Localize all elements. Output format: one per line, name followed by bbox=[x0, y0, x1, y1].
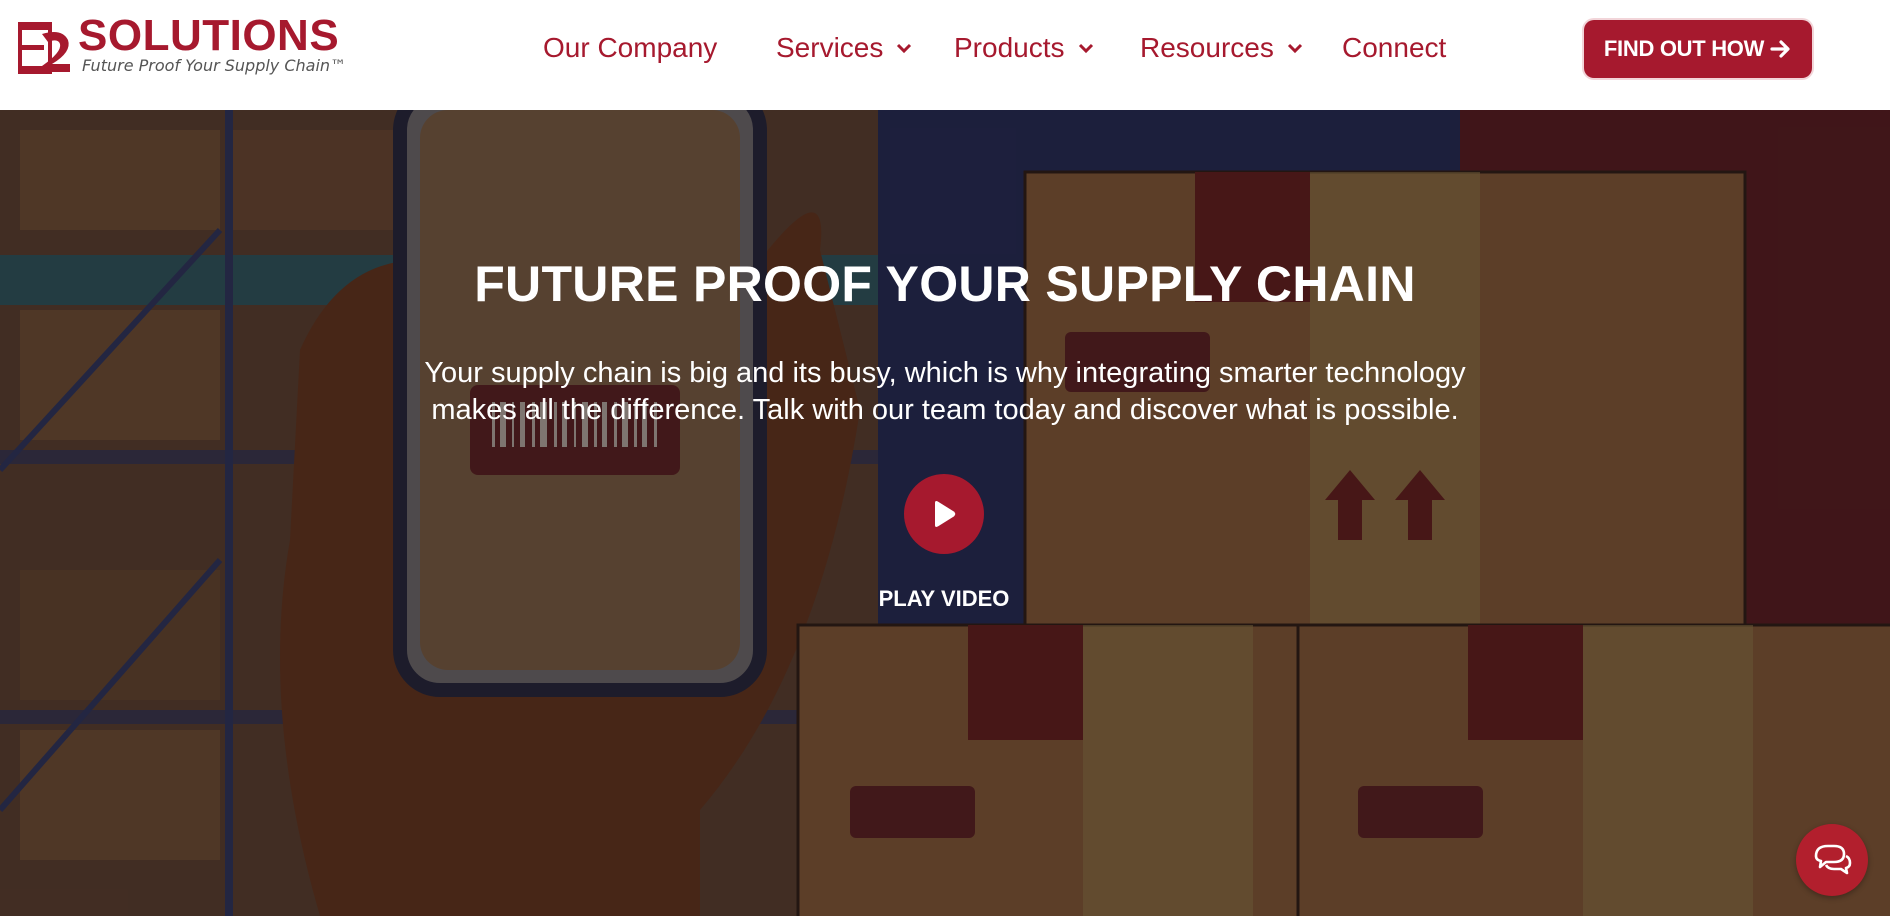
chevron-down-icon bbox=[895, 39, 913, 57]
find-out-how-button[interactable]: FIND OUT HOW bbox=[1584, 20, 1812, 78]
brand-tagline: Future Proof Your Supply Chain™ bbox=[82, 56, 347, 75]
logo[interactable]: SOLUTIONS Future Proof Your Supply Chain… bbox=[18, 14, 346, 78]
nav-item-label: Our Company bbox=[543, 32, 718, 63]
nav-item-resources[interactable]: Resources bbox=[1140, 26, 1304, 70]
nav-item-our-company[interactable]: Our Company bbox=[543, 26, 717, 70]
nav-item-connect[interactable]: Connect bbox=[1342, 26, 1446, 70]
nav-item-label: Products bbox=[954, 32, 1065, 63]
hero-description-line: makes all the difference. Talk with our … bbox=[431, 394, 1459, 426]
nav-item-services[interactable]: Services bbox=[776, 26, 913, 70]
play-icon bbox=[935, 501, 956, 527]
nav-item-label: Services bbox=[776, 32, 884, 63]
hero-title: FUTURE PROOF YOUR SUPPLY CHAIN bbox=[474, 256, 1416, 312]
nav-item-products[interactable]: Products bbox=[954, 26, 1095, 70]
nav-item-label: Resources bbox=[1140, 32, 1274, 63]
play-video-label[interactable]: PLAY VIDEO bbox=[0, 586, 1888, 612]
play-video-button[interactable] bbox=[904, 474, 984, 554]
hero-description-line: Your supply chain is big and its busy, w… bbox=[424, 357, 1466, 389]
hero-description: Your supply chain is big and its busy, w… bbox=[345, 355, 1545, 429]
brand-name: SOLUTIONS bbox=[78, 11, 340, 60]
chevron-down-icon bbox=[1077, 39, 1095, 57]
cta-label: FIND OUT HOW bbox=[1603, 36, 1765, 61]
arrow-right-icon bbox=[1770, 39, 1792, 59]
chevron-down-icon bbox=[1286, 39, 1304, 57]
chat-button[interactable] bbox=[1796, 824, 1868, 896]
e2-logo-icon bbox=[18, 22, 70, 74]
chat-bubbles-icon bbox=[1814, 844, 1852, 875]
hero-section: FUTURE PROOF YOUR SUPPLY CHAIN Your supp… bbox=[0, 110, 1890, 916]
nav-item-label: Connect bbox=[1342, 32, 1447, 63]
site-header: SOLUTIONS Future Proof Your Supply Chain… bbox=[0, 0, 1890, 110]
